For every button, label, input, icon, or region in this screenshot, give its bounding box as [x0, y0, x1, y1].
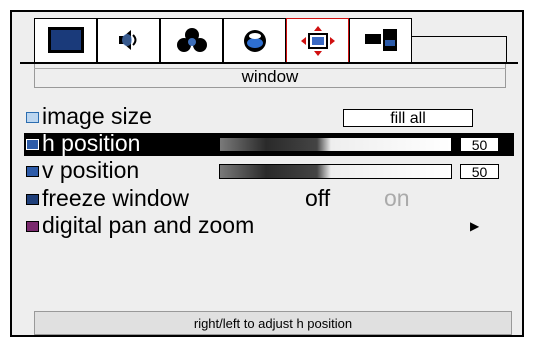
menu-label: digital pan and zoom	[42, 212, 255, 238]
freeze-window-icon	[26, 194, 39, 205]
layout-icon	[364, 29, 397, 51]
monitor-icon	[47, 27, 84, 53]
menu-item-digital-pan-zoom[interactable]: digital pan and zoom ▶	[24, 212, 514, 238]
menu-label: image size	[42, 103, 152, 129]
option-on[interactable]: on	[384, 185, 410, 212]
window-icon	[300, 26, 335, 56]
tab-strip-edge	[412, 36, 506, 37]
pan-zoom-icon	[26, 221, 39, 232]
menu-label: v position	[42, 157, 140, 183]
v-position-icon	[26, 166, 39, 177]
h-position-icon	[26, 139, 39, 150]
menu-label: h position	[42, 130, 141, 156]
h-position-value: 50	[460, 137, 499, 152]
menu-label: freeze window	[42, 185, 190, 211]
target-icon	[243, 30, 266, 52]
tab-strip-edge-right	[506, 36, 507, 64]
image-size-value[interactable]: fill all	[343, 109, 473, 127]
menu-item-freeze-window[interactable]: freeze window off on	[24, 185, 514, 212]
color-icon	[176, 28, 207, 52]
right-arrow-icon: ▶	[470, 219, 480, 233]
menu-item-h-position[interactable]: h position 50	[24, 130, 514, 156]
h-position-slider[interactable]	[219, 137, 452, 152]
page-title: window	[241, 67, 299, 86]
v-position-value: 50	[460, 164, 499, 179]
v-position-slider[interactable]	[219, 164, 452, 179]
speaker-icon	[118, 30, 136, 50]
menu-item-v-position[interactable]: v position 50	[24, 157, 514, 183]
status-bar: right/left to adjust h position	[34, 311, 512, 335]
option-off[interactable]: off	[305, 185, 330, 212]
image-size-icon	[26, 112, 39, 123]
menu-item-image-size[interactable]: image size fill all	[24, 103, 514, 129]
